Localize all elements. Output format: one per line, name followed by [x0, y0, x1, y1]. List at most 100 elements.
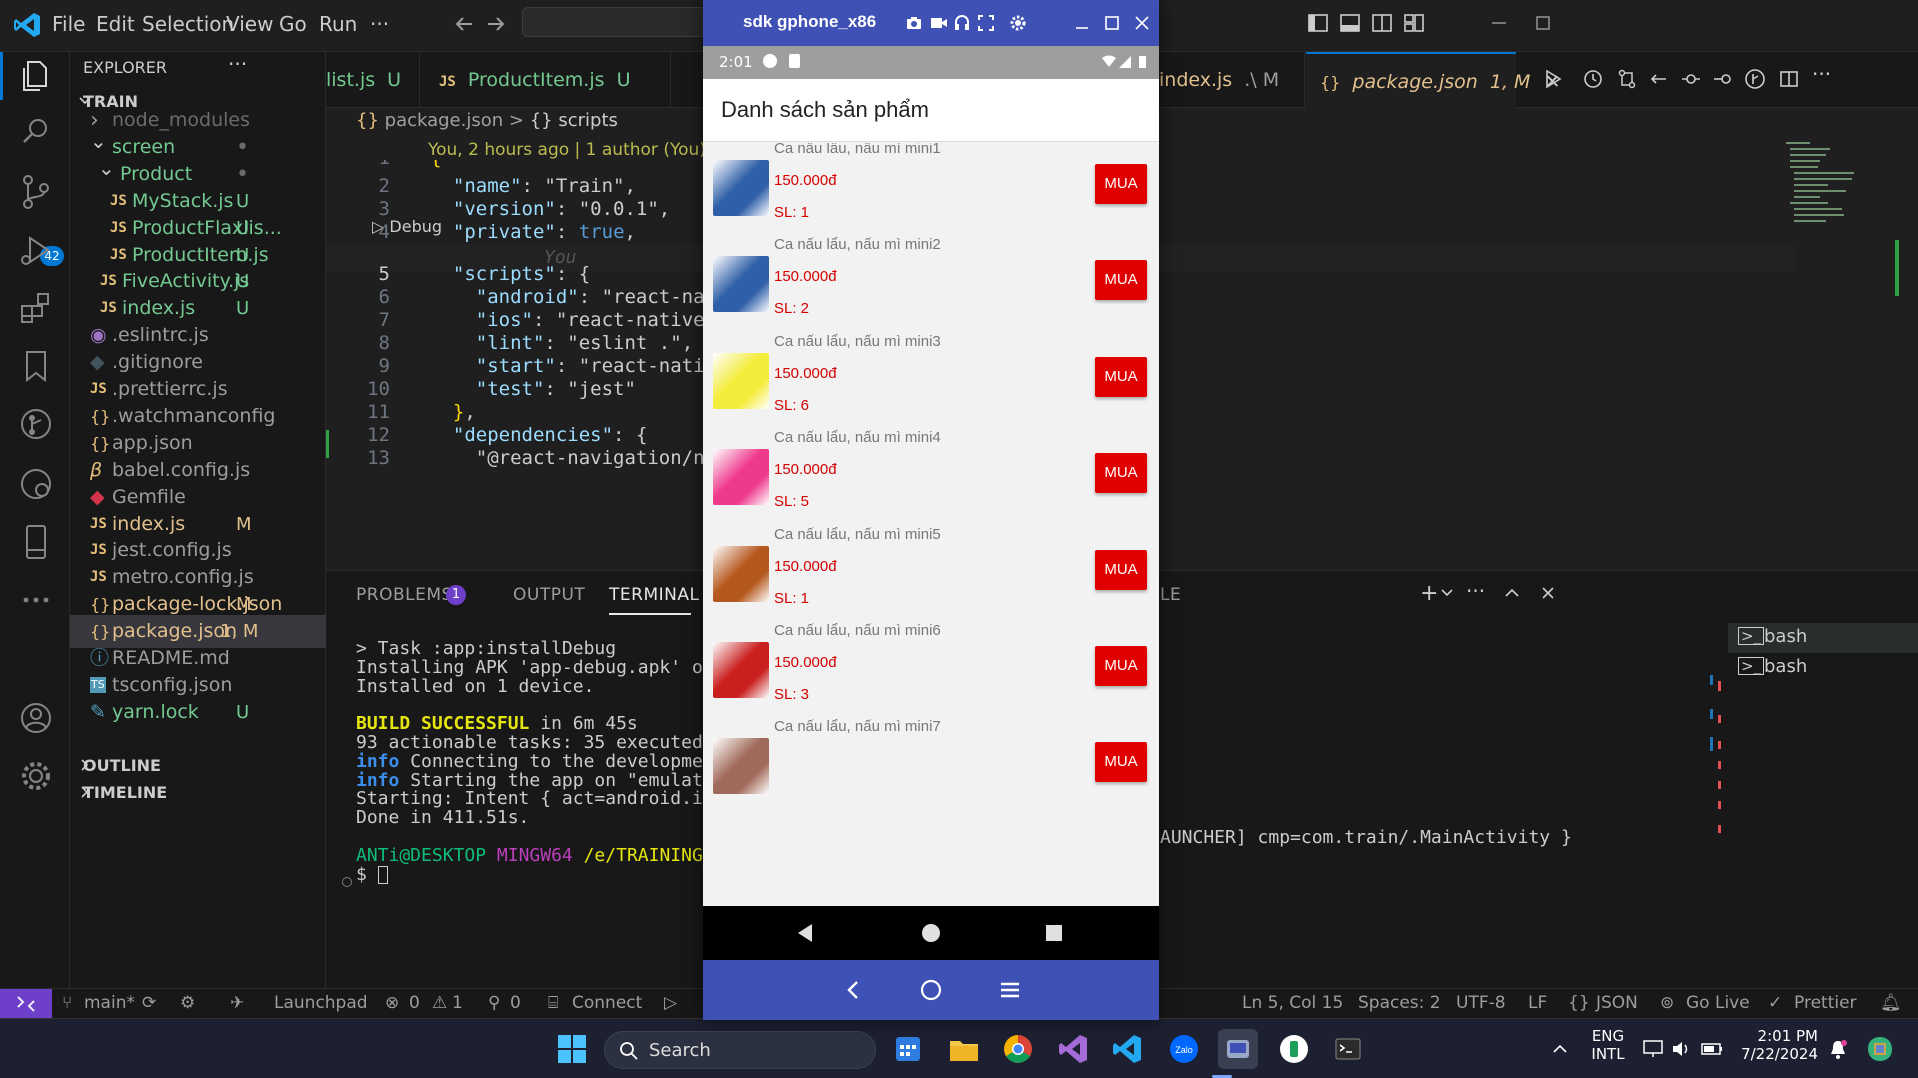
back-arrow-icon[interactable]	[452, 12, 476, 36]
android-home-icon[interactable]	[921, 923, 941, 943]
split-editor-icon[interactable]	[1778, 68, 1800, 90]
menu-edit[interactable]: Edit	[96, 12, 135, 36]
git-blame-codelens[interactable]: You, 2 hours ago | 1 author (You)	[428, 140, 706, 160]
copilot-icon[interactable]	[1862, 1031, 1898, 1067]
tab-ports[interactable]: LE	[1160, 585, 1181, 605]
fullscreen-icon[interactable]	[977, 14, 995, 32]
run-icon[interactable]	[1542, 68, 1564, 90]
menu-run[interactable]: Run	[319, 12, 357, 36]
encoding[interactable]: UTF-8	[1456, 993, 1506, 1013]
line-ending[interactable]: LF	[1528, 993, 1547, 1013]
explorer-icon[interactable]	[14, 54, 58, 98]
search-icon[interactable]	[14, 110, 58, 154]
emulator-menu-icon[interactable]	[999, 978, 1021, 1002]
emulator-close-icon[interactable]	[1133, 14, 1151, 32]
vscode-taskbar-icon[interactable]	[1108, 1029, 1148, 1069]
language-mode[interactable]: JSON	[1596, 993, 1638, 1013]
buy-button[interactable]: MUA	[1095, 549, 1147, 590]
breadcrumb-file[interactable]: package.json	[385, 110, 504, 131]
menu-view[interactable]: View	[226, 12, 273, 36]
bookmark-icon[interactable]	[14, 344, 58, 388]
breadcrumb-section[interactable]: scripts	[558, 110, 618, 131]
battery-icon[interactable]	[1700, 1039, 1724, 1059]
go-live[interactable]: Go Live	[1686, 993, 1750, 1013]
timeline-section[interactable]: TIMELINE	[70, 779, 326, 807]
menu-go[interactable]: Go	[279, 12, 307, 36]
device-icon[interactable]	[14, 520, 58, 564]
tab-package-json[interactable]: {} package.json 1, M ✕	[1306, 52, 1560, 108]
toggle-secondary-sidebar-icon[interactable]	[1370, 11, 1394, 35]
ports-count[interactable]: 0	[510, 993, 521, 1013]
tab-problems[interactable]: PROBLEMS	[356, 585, 453, 605]
error-count[interactable]: 0	[409, 993, 420, 1013]
source-control-icon[interactable]	[14, 170, 58, 214]
accounts-icon[interactable]	[14, 696, 58, 740]
git-graph-tab-icon[interactable]	[1744, 68, 1766, 90]
windows-start-icon[interactable]	[552, 1029, 592, 1069]
menu-more-icon[interactable]: ···	[370, 12, 389, 36]
settings-gear-icon[interactable]	[14, 754, 58, 798]
minimap[interactable]	[1780, 140, 1900, 230]
emulator-maximize-icon[interactable]	[1103, 14, 1121, 32]
explorer-more-icon[interactable]: ···	[228, 52, 247, 76]
emulator-settings-icon[interactable]	[1009, 14, 1027, 32]
maximize-icon[interactable]	[1532, 12, 1554, 34]
toggle-panel-icon[interactable]	[1338, 11, 1362, 35]
git-history-icon[interactable]	[14, 462, 58, 506]
app-icon[interactable]	[1274, 1029, 1314, 1069]
video-record-icon[interactable]	[929, 14, 949, 32]
tab-index-js[interactable]: index.js .\ M	[1159, 52, 1305, 108]
buy-button[interactable]: MUA	[1095, 742, 1147, 783]
buy-button[interactable]: MUA	[1095, 646, 1147, 686]
emulator-home-icon[interactable]	[919, 978, 943, 1002]
launchpad[interactable]: Launchpad	[274, 993, 368, 1013]
emulator-taskbar-icon[interactable]	[1218, 1029, 1258, 1069]
calendar-app-icon[interactable]	[888, 1029, 928, 1069]
volume-icon[interactable]	[1670, 1039, 1692, 1059]
connect[interactable]: Connect	[572, 993, 642, 1013]
android-back-icon[interactable]	[795, 922, 815, 944]
panel-more-icon[interactable]: ···	[1466, 579, 1485, 603]
chevron-up-icon[interactable]	[1550, 1039, 1570, 1059]
tab-productitem-js[interactable]: JS ProductItem.js U	[421, 52, 671, 108]
android-recents-icon[interactable]	[1045, 924, 1063, 942]
next-change-icon[interactable]	[1712, 68, 1734, 90]
zalo-icon[interactable]: Zalo	[1164, 1029, 1204, 1069]
terminal-output[interactable]: > Task :app:installDebug Installing APK '…	[356, 639, 735, 884]
tree-item[interactable]: ✎ yarn.lock U	[70, 696, 326, 729]
terminal-item[interactable]: >_ bash	[1728, 623, 1918, 653]
revert-icon[interactable]	[1648, 68, 1670, 90]
new-terminal-icon[interactable]: +	[1420, 581, 1438, 606]
notification-bell-icon[interactable]	[1828, 1039, 1848, 1061]
visual-studio-icon[interactable]	[1054, 1029, 1094, 1069]
run-debug-icon[interactable]	[14, 228, 58, 272]
maximize-panel-icon[interactable]	[1502, 583, 1522, 603]
customize-layout-icon[interactable]	[1402, 11, 1426, 35]
git-graph-icon[interactable]	[14, 402, 58, 446]
history-icon[interactable]	[1582, 68, 1604, 90]
chevron-down-icon[interactable]	[1438, 583, 1456, 601]
buy-button[interactable]: MUA	[1095, 260, 1147, 301]
minimize-icon[interactable]	[1488, 12, 1510, 34]
sync-icon[interactable]: ⟳	[142, 993, 156, 1013]
play-icon[interactable]: ▷	[664, 993, 677, 1013]
debug-icon[interactable]: ⚙	[180, 993, 195, 1013]
language-indicator[interactable]: ENG INTL	[1590, 1027, 1626, 1063]
editor-more-icon[interactable]: ···	[1812, 62, 1831, 86]
network-icon[interactable]	[1642, 1039, 1664, 1059]
buy-button[interactable]: MUA	[1095, 356, 1147, 397]
chrome-icon[interactable]	[998, 1029, 1038, 1069]
menu-file[interactable]: File	[52, 12, 85, 36]
buy-button[interactable]: MUA	[1095, 453, 1147, 494]
indentation[interactable]: Spaces: 2	[1358, 993, 1441, 1013]
tab-list-js[interactable]: list.js U	[326, 52, 420, 108]
emulator-minimize-icon[interactable]	[1073, 14, 1091, 32]
bell-icon[interactable]: 🔔︎	[1880, 993, 1902, 1013]
extensions-icon[interactable]	[14, 286, 58, 330]
compare-icon[interactable]	[1616, 68, 1638, 90]
product-list[interactable]: Ca nấu lẩu, nấu mì mini1 150.000đ SL: 1 MUA…	[703, 143, 1159, 906]
branch-icon[interactable]: ⑂	[62, 993, 72, 1013]
remote-indicator[interactable]	[0, 989, 52, 1019]
tab-output[interactable]: OUTPUT	[513, 585, 585, 605]
clock[interactable]: 2:01 PM 7/22/2024	[1738, 1027, 1818, 1063]
